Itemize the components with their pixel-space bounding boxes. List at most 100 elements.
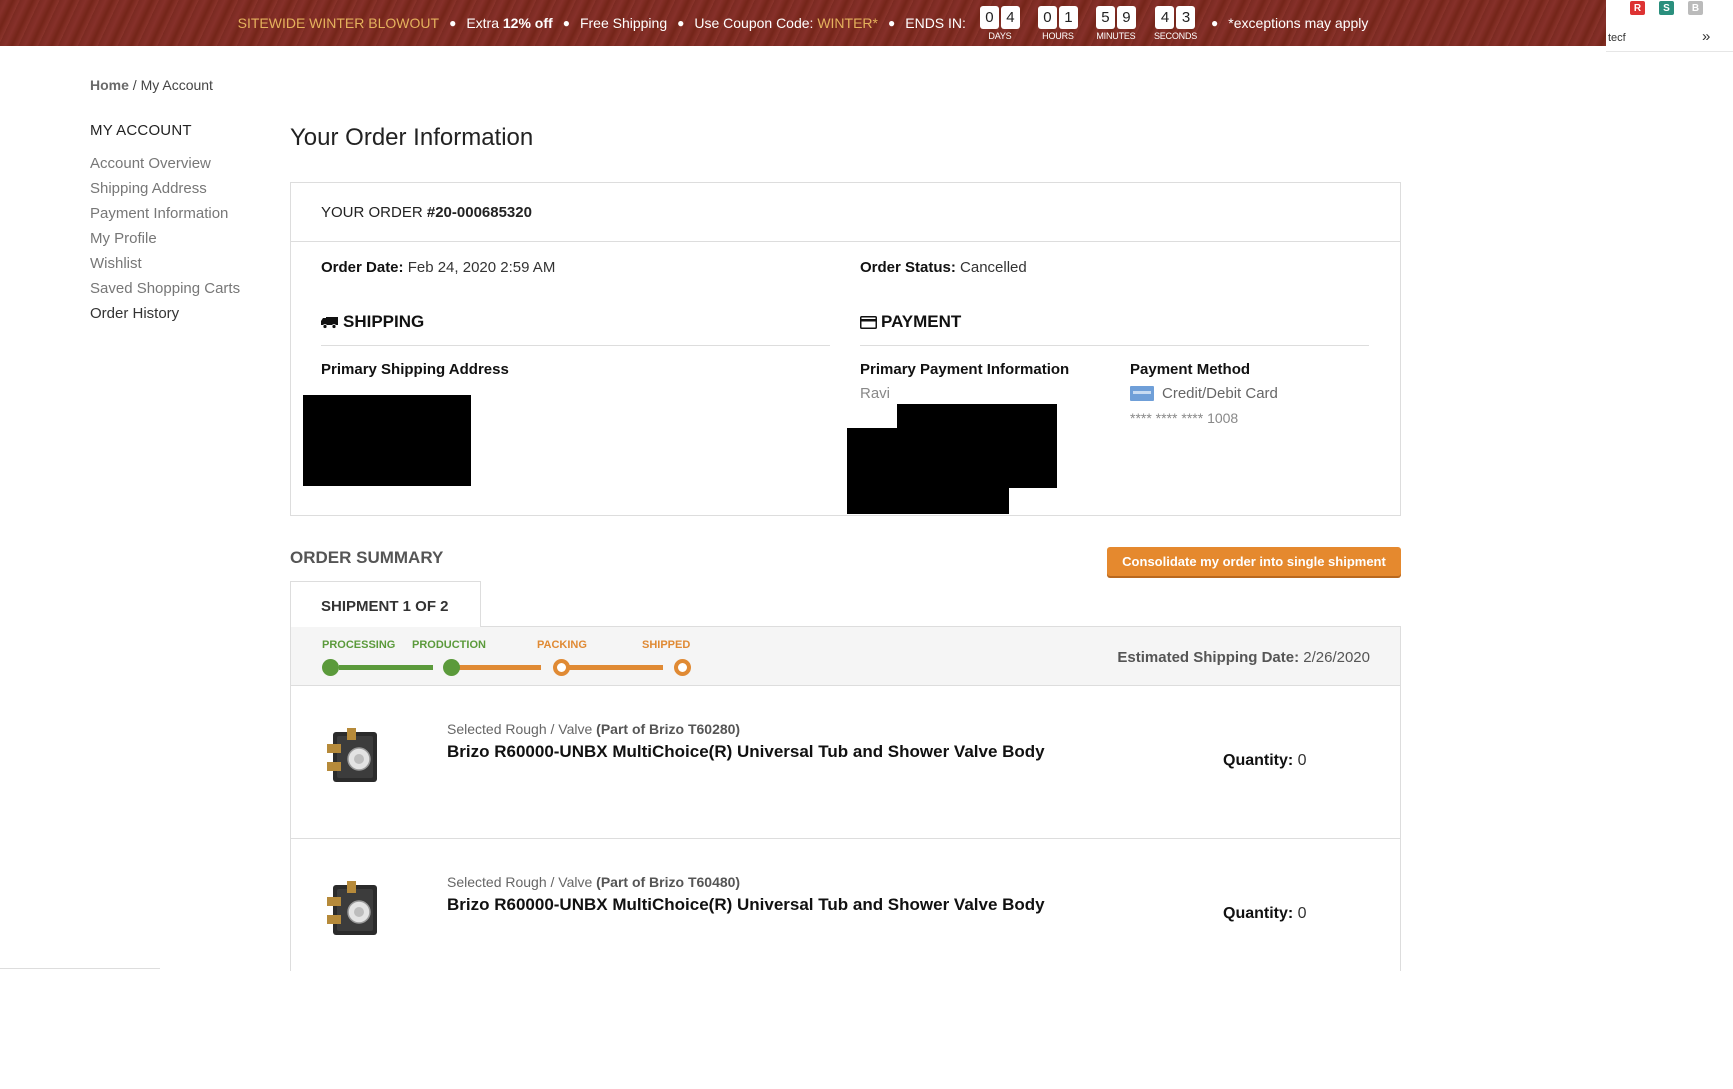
truck-icon [321,316,338,329]
step-label-processing: PROCESSING [322,639,396,651]
countdown-digit: 1 [1058,5,1078,29]
order-date-value: Feb 24, 2020 2:59 AM [407,259,556,276]
breadcrumb-separator: / [132,77,137,93]
payment-column: Order Status: Cancelled PAYMENT Primary … [860,259,1369,426]
extension-s-icon[interactable]: S [1659,1,1674,15]
promo-coupon-code: WINTER* [817,15,878,31]
countdown-minutes: 59 MINUTES [1095,5,1136,41]
item-quantity-label: Quantity: [1223,752,1294,769]
step-label-production: PRODUCTION [412,639,486,651]
item-name[interactable]: Brizo R60000-UNBX MultiChoice(R) Univers… [447,742,1045,762]
order-summary-title: ORDER SUMMARY [290,548,444,567]
extension-toolbar: R S B tecf » [1606,0,1733,52]
sidebar-item-account-overview[interactable]: Account Overview [90,154,290,179]
tab-shipment-1[interactable]: SHIPMENT 1 OF 2 [290,581,481,627]
promo-extra-prefix: Extra [466,15,499,31]
countdown-digit: 4 [1155,5,1175,29]
primary-shipping-label: Primary Shipping Address [321,361,509,378]
breadcrumb-home-link[interactable]: Home [90,77,129,93]
progress-track-todo [559,665,663,670]
account-sidebar: MY ACCOUNT Account Overview Shipping Add… [90,122,290,329]
item-quantity: Quantity: 0 [1223,752,1307,770]
item-selected-prefix: Selected Rough / Valve [447,874,593,890]
promo-ends-in: ENDS IN: [905,15,966,31]
credit-card-brand-icon [1130,386,1154,401]
order-item-row: Selected Rough / Valve (Part of Brizo T6… [291,686,1400,839]
page-title: Your Order Information [290,124,534,151]
order-info-panel: YOUR ORDER #20-000685320 Order Date: Feb… [290,182,1401,516]
item-part-info: Selected Rough / Valve (Part of Brizo T6… [447,721,740,737]
order-status: Order Status: Cancelled [860,259,1369,283]
item-part-of: (Part of Brizo T60480) [596,874,741,890]
countdown-digit: 5 [1095,5,1115,29]
countdown-label: DAYS [988,30,1012,41]
countdown-hours: 01 HOURS [1037,5,1078,41]
step-dot-packing [553,659,570,676]
promo-separator: ● [1211,16,1219,30]
payment-method-block: Payment Method Credit/Debit Card **** **… [1130,346,1278,426]
redacted-shipping-address [303,395,471,486]
promo-separator: ● [449,16,457,30]
countdown-digit: 9 [1116,5,1136,29]
countdown-digit: 3 [1176,5,1196,29]
step-dot-shipped [674,659,691,676]
item-quantity: Quantity: 0 [1223,905,1307,923]
order-item-row: Selected Rough / Valve (Part of Brizo T6… [291,839,1400,971]
promo-separator: ● [677,16,685,30]
promo-extra: Extra 12% off [466,15,552,31]
progress-track-done [339,665,433,670]
card-mask: **** **** **** [1130,410,1204,426]
order-label: YOUR ORDER [321,204,423,221]
payment-method-value: Credit/Debit Card [1162,385,1278,402]
extension-r-icon[interactable]: R [1630,1,1645,15]
shipment-panel: PROCESSING PRODUCTION PACKING SHIPPED Es… [290,626,1401,971]
card-last4: 1008 [1207,410,1239,426]
order-status-value: Cancelled [960,259,1027,276]
progress-track-todo [451,665,541,670]
countdown-digit: 0 [979,5,999,29]
sidebar-item-saved-shopping-carts[interactable]: Saved Shopping Carts [90,279,290,304]
payment-title: PAYMENT [881,312,962,331]
promo-separator: ● [562,16,570,30]
shipping-title: SHIPPING [343,312,425,331]
sidebar-item-wishlist[interactable]: Wishlist [90,254,290,279]
promo-free-shipping: Free Shipping [579,15,668,31]
breadcrumb: Home / My Account [90,77,213,93]
card-number: **** **** **** 1008 [1130,410,1278,426]
sidebar-item-payment-information[interactable]: Payment Information [90,204,290,229]
item-name[interactable]: Brizo R60000-UNBX MultiChoice(R) Univers… [447,895,1045,915]
item-quantity-value: 0 [1297,905,1307,922]
countdown-days: 04 DAYS [979,5,1020,41]
order-status-label: Order Status: [860,259,956,276]
consolidate-shipment-button[interactable]: Consolidate my order into single shipmen… [1107,547,1401,576]
primary-payment-label: Primary Payment Information [860,361,1070,378]
step-dot-processing [322,659,339,676]
countdown-label: MINUTES [1096,30,1136,41]
shipping-column: Order Date: Feb 24, 2020 2:59 AM SHIPPIN… [321,259,830,378]
chevron-double-right-icon[interactable]: » [1702,28,1710,45]
valve-product-image[interactable] [325,879,381,945]
payment-method: Credit/Debit Card [1130,385,1278,402]
estimated-shipping-value: 2/26/2020 [1303,649,1370,666]
countdown-digit: 0 [1037,5,1057,29]
promo-coupon: Use Coupon Code: WINTER* [694,15,878,31]
order-number: #20-000685320 [426,204,532,221]
sidebar-item-order-history[interactable]: Order History [90,304,290,329]
breadcrumb-current: My Account [140,77,213,93]
countdown-digit: 4 [1000,5,1020,29]
extension-b-icon[interactable]: B [1688,1,1703,15]
divider [0,968,160,969]
estimated-shipping-date: Estimated Shipping Date: 2/26/2020 [1117,649,1370,666]
sidebar-item-my-profile[interactable]: My Profile [90,229,290,254]
item-selected-prefix: Selected Rough / Valve [447,721,593,737]
shipping-section-title: SHIPPING [321,312,830,346]
valve-product-image[interactable] [325,726,381,792]
redacted-payment-address [847,428,1009,514]
estimated-shipping-label: Estimated Shipping Date: [1117,649,1300,666]
countdown-seconds: 43 SECONDS [1154,5,1197,41]
sidebar-item-shipping-address[interactable]: Shipping Address [90,179,290,204]
promo-separator: ● [888,16,896,30]
credit-card-icon [860,315,877,329]
item-part-info: Selected Rough / Valve (Part of Brizo T6… [447,874,740,890]
step-dot-production [443,659,460,676]
